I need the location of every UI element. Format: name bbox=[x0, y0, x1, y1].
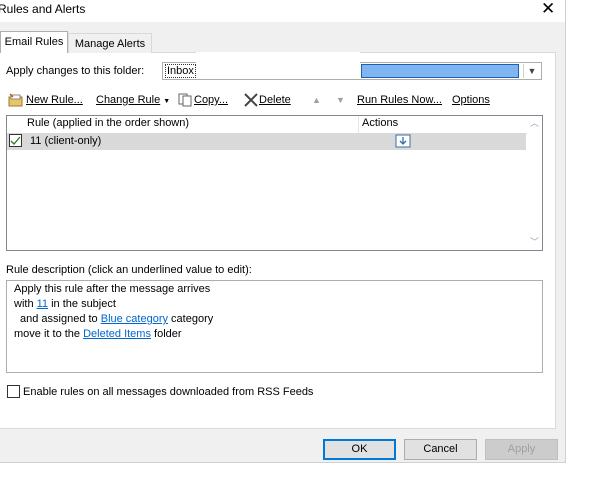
tab-manage-alerts[interactable]: Manage Alerts bbox=[68, 33, 152, 53]
column-actions-header[interactable]: Actions bbox=[362, 117, 398, 129]
folder-link[interactable]: Deleted Items bbox=[83, 328, 151, 340]
new-rule-button[interactable]: New Rule... bbox=[8, 92, 83, 108]
options-button[interactable]: Options bbox=[452, 92, 490, 108]
delete-icon bbox=[244, 93, 258, 107]
table-row[interactable]: 11 (client-only) bbox=[7, 133, 526, 150]
window-edge bbox=[565, 0, 566, 462]
desc-text: move it to the bbox=[14, 328, 84, 340]
new-rule-icon bbox=[8, 93, 23, 107]
desc-text: category bbox=[168, 313, 214, 325]
cancel-button[interactable]: Cancel bbox=[404, 439, 477, 460]
run-rules-now-label: Run Rules Now... bbox=[357, 94, 442, 106]
checkmark-icon bbox=[10, 136, 21, 145]
scroll-up-icon[interactable]: ︿ bbox=[529, 118, 540, 129]
copy-icon bbox=[178, 93, 192, 107]
change-rule-button[interactable]: Change Rule ▼ bbox=[96, 92, 170, 108]
apply-button[interactable]: Apply bbox=[485, 439, 558, 460]
delete-button[interactable]: Delete bbox=[243, 92, 291, 108]
desc-text: and assigned to bbox=[20, 313, 101, 325]
move-down-icon[interactable]: ▼ bbox=[336, 92, 345, 108]
new-rule-label: New Rule... bbox=[26, 94, 83, 106]
rss-rules-label[interactable]: Enable rules on all messages downloaded … bbox=[23, 386, 313, 398]
folder-select[interactable]: Inbox ▼ bbox=[162, 62, 542, 80]
window-title: Rules and Alerts bbox=[0, 2, 86, 16]
column-divider[interactable] bbox=[358, 116, 359, 133]
rule-description-label: Rule description (click an underlined va… bbox=[6, 264, 252, 276]
overlay-strip bbox=[196, 52, 360, 64]
desc-line-1: Apply this rule after the message arrive… bbox=[14, 283, 211, 295]
desc-line-4: move it to the Deleted Items folder bbox=[14, 328, 182, 340]
move-to-folder-icon bbox=[395, 134, 411, 148]
subject-word-link[interactable]: 11 bbox=[37, 298, 48, 310]
rule-name: 11 (client-only) bbox=[30, 135, 102, 147]
close-icon[interactable]: ✕ bbox=[541, 0, 555, 19]
copy-label: Copy... bbox=[194, 94, 229, 106]
delete-label: Delete bbox=[259, 94, 291, 106]
desc-text: folder bbox=[150, 328, 182, 340]
desc-line-2: with 11 in the subject bbox=[14, 298, 116, 310]
desc-text: in the subject bbox=[48, 298, 116, 310]
rss-rules-checkbox[interactable] bbox=[7, 385, 20, 398]
list-header: Rule (applied in the order shown) Action… bbox=[7, 116, 527, 134]
folder-selection-highlight bbox=[361, 64, 519, 78]
rule-enabled-checkbox[interactable] bbox=[9, 134, 22, 147]
copy-button[interactable]: Copy... bbox=[178, 92, 228, 108]
chevron-down-icon[interactable]: ▼ bbox=[523, 64, 540, 78]
ok-button[interactable]: OK bbox=[323, 439, 396, 460]
rules-list[interactable]: Rule (applied in the order shown) Action… bbox=[6, 115, 543, 251]
vertical-scrollbar[interactable]: ︿ ﹀ bbox=[527, 116, 542, 250]
scroll-down-icon[interactable]: ﹀ bbox=[529, 237, 540, 248]
desc-line-3: and assigned to Blue category category bbox=[20, 313, 213, 325]
rule-description-box: Apply this rule after the message arrive… bbox=[6, 280, 543, 373]
title-bar: Rules and Alerts ✕ bbox=[0, 0, 565, 22]
tab-email-rules[interactable]: Email Rules bbox=[0, 31, 68, 53]
options-label: Options bbox=[452, 94, 490, 106]
category-link[interactable]: Blue category bbox=[101, 313, 168, 325]
run-rules-now-button[interactable]: Run Rules Now... bbox=[357, 92, 442, 108]
rules-and-alerts-dialog: Rules and Alerts ✕ Email Rules Manage Al… bbox=[0, 0, 566, 463]
caret-down-icon: ▼ bbox=[163, 98, 171, 105]
folder-value: Inbox bbox=[165, 64, 196, 78]
column-rule-header[interactable]: Rule (applied in the order shown) bbox=[27, 117, 189, 129]
folder-label: Apply changes to this folder: bbox=[6, 65, 145, 77]
change-rule-label: Change Rule bbox=[96, 94, 161, 106]
move-up-icon[interactable]: ▲ bbox=[312, 92, 321, 108]
desc-text: with bbox=[14, 298, 37, 310]
